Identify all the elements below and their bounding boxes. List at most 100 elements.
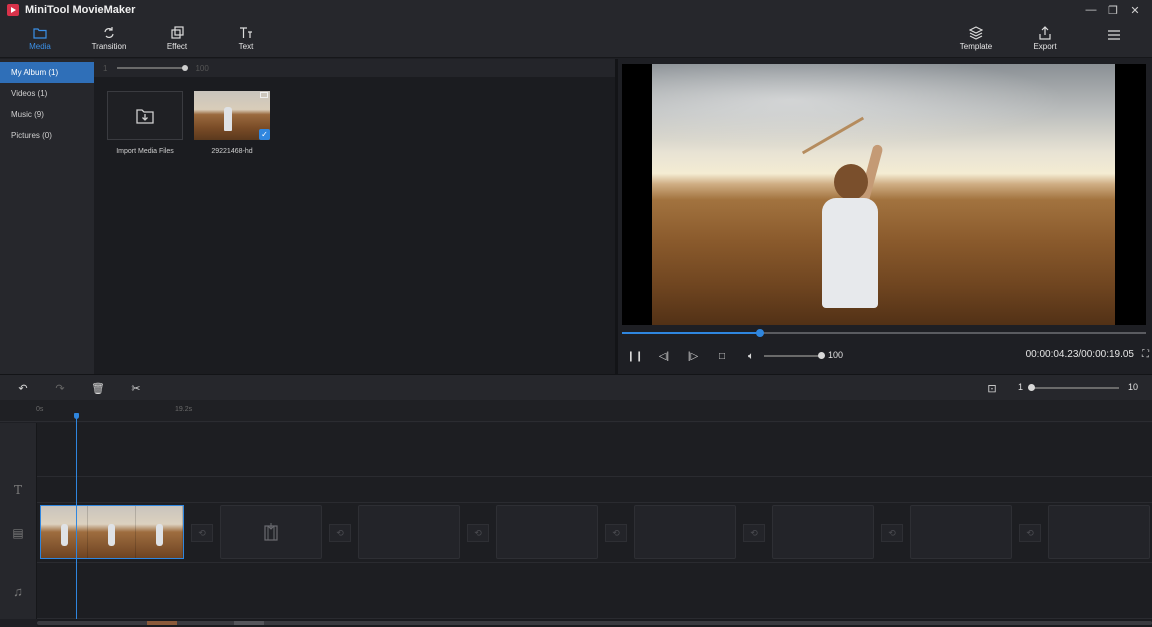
next-frame-icon[interactable]: |▷ bbox=[684, 348, 702, 364]
text-track-icon: T bbox=[0, 477, 37, 503]
close-button[interactable]: ✕ bbox=[1124, 0, 1146, 20]
split-icon[interactable]: ✂ bbox=[128, 380, 144, 396]
delete-icon[interactable]: 🗑︎ bbox=[90, 380, 106, 396]
music-lane[interactable] bbox=[37, 563, 1152, 619]
playhead[interactable] bbox=[76, 416, 77, 627]
export-button[interactable]: Export bbox=[1015, 24, 1075, 56]
tab-media[interactable]: Media bbox=[10, 24, 70, 56]
video-track-icon: ▤ bbox=[0, 503, 37, 563]
sidebar-item-pictures[interactable]: Pictures (0) bbox=[0, 125, 94, 146]
sidebar-item-my-album[interactable]: My Album (1) bbox=[0, 62, 94, 83]
timeline-zoom-max: 10 bbox=[1128, 382, 1138, 392]
timeline-ruler[interactable]: 0s 19.2s bbox=[0, 400, 1152, 422]
timeline-toolbar: ↶ ↷ 🗑︎ ✂ ⊡ 1 10 bbox=[0, 374, 1152, 400]
empty-clip-slot[interactable] bbox=[358, 505, 460, 559]
export-label: Export bbox=[1033, 42, 1056, 51]
restore-button[interactable]: ❐ bbox=[1102, 0, 1124, 20]
import-label: Import Media Files bbox=[107, 148, 183, 155]
playback-progress[interactable] bbox=[622, 332, 1146, 334]
empty-clip-slot[interactable] bbox=[1048, 505, 1150, 559]
redo-icon[interactable]: ↷ bbox=[52, 380, 68, 396]
main-toolbar: Media Transition Effect Text Template Ex… bbox=[0, 20, 1152, 58]
undo-icon[interactable]: ↶ bbox=[15, 380, 31, 396]
folder-icon bbox=[33, 24, 47, 42]
clip-thumbnail[interactable]: ✓ bbox=[194, 91, 270, 140]
title-bar: MiniTool MovieMaker — ❐ ✕ bbox=[0, 0, 1152, 20]
video-clip[interactable] bbox=[40, 505, 184, 559]
empty-clip-slot[interactable] bbox=[910, 505, 1012, 559]
video-frame bbox=[652, 64, 1115, 325]
add-clip-icon bbox=[263, 522, 279, 542]
pause-icon[interactable]: ❙❙ bbox=[626, 348, 644, 364]
template-button[interactable]: Template bbox=[946, 24, 1006, 56]
thumb-zoom-knob[interactable] bbox=[182, 65, 188, 71]
clip-type-icon bbox=[260, 92, 268, 98]
checkmark-icon[interactable]: ✓ bbox=[259, 129, 270, 140]
window-controls: — ❐ ✕ bbox=[1080, 0, 1146, 20]
ruler-mark-end: 19.2s bbox=[175, 406, 192, 413]
timeline-scrollbar[interactable] bbox=[37, 619, 1152, 627]
player-controls: ❙❙ ◁| |▷ □ 🔈︎ 100 00:00:04.23/00:00:19.0… bbox=[618, 346, 1152, 366]
thumb-zoom-max: 100 bbox=[195, 64, 208, 73]
ruler-mark-start: 0s bbox=[36, 406, 43, 413]
overlay-lane[interactable] bbox=[37, 423, 1152, 477]
timeline-zoom-slider[interactable] bbox=[1031, 387, 1119, 389]
tab-effect-label: Effect bbox=[167, 42, 187, 51]
app-logo-icon bbox=[7, 4, 19, 16]
minimize-button[interactable]: — bbox=[1080, 0, 1102, 20]
text-lane[interactable] bbox=[37, 477, 1152, 503]
transition-slot[interactable]: ⟲ bbox=[329, 524, 351, 542]
import-media-card[interactable]: Import Media Files bbox=[107, 91, 183, 155]
tab-transition[interactable]: Transition bbox=[79, 24, 139, 56]
tab-media-label: Media bbox=[29, 42, 51, 51]
transition-slot[interactable]: ⟲ bbox=[881, 524, 903, 542]
video-player[interactable] bbox=[622, 64, 1146, 325]
volume-slider[interactable] bbox=[764, 355, 820, 357]
tab-text-label: Text bbox=[239, 42, 254, 51]
music-track-icon: ♫ bbox=[0, 563, 37, 619]
transition-slot[interactable]: ⟲ bbox=[467, 524, 489, 542]
empty-clip-slot[interactable] bbox=[496, 505, 598, 559]
empty-clip-slot[interactable] bbox=[634, 505, 736, 559]
fullscreen-icon[interactable]: ⛶ bbox=[1142, 349, 1149, 360]
empty-clip-slot[interactable] bbox=[772, 505, 874, 559]
sidebar-item-music[interactable]: Music (9) bbox=[0, 104, 94, 125]
progress-fill bbox=[622, 332, 759, 334]
clip-label: 29221468-hd bbox=[194, 148, 270, 155]
media-library: 1 100 Import Media Files ✓ 29221468-hd bbox=[94, 59, 615, 374]
stop-icon[interactable]: □ bbox=[713, 348, 731, 364]
progress-knob[interactable] bbox=[756, 329, 764, 337]
timeline-zoom-knob[interactable] bbox=[1028, 384, 1035, 391]
layers-icon bbox=[969, 24, 983, 42]
import-folder-icon bbox=[135, 107, 155, 125]
transition-slot[interactable]: ⟲ bbox=[743, 524, 765, 542]
app-title: MiniTool MovieMaker bbox=[25, 4, 135, 16]
sidebar-item-videos[interactable]: Videos (1) bbox=[0, 83, 94, 104]
empty-clip-slot[interactable] bbox=[220, 505, 322, 559]
transition-icon bbox=[102, 24, 116, 42]
timeline-zoom-min: 1 bbox=[1018, 382, 1023, 392]
import-box[interactable] bbox=[107, 91, 183, 140]
transition-slot[interactable]: ⟲ bbox=[605, 524, 627, 542]
thumbnail-size-bar: 1 100 bbox=[94, 59, 615, 77]
thumb-zoom-slider[interactable] bbox=[117, 67, 185, 69]
export-icon bbox=[1038, 24, 1052, 42]
volume-icon[interactable]: 🔈︎ bbox=[742, 348, 760, 364]
hamburger-menu-icon[interactable] bbox=[1084, 28, 1144, 60]
volume-knob[interactable] bbox=[818, 352, 825, 359]
tab-effect[interactable]: Effect bbox=[147, 24, 207, 56]
volume-value: 100 bbox=[828, 350, 843, 360]
album-sidebar: My Album (1) Videos (1) Music (9) Pictur… bbox=[0, 59, 94, 374]
thumb-zoom-min: 1 bbox=[103, 64, 107, 73]
transition-slot[interactable]: ⟲ bbox=[1019, 524, 1041, 542]
text-icon bbox=[239, 24, 253, 42]
effect-icon bbox=[170, 24, 184, 42]
overlay-track-header bbox=[0, 423, 37, 477]
fit-icon[interactable]: ⊡ bbox=[984, 380, 1000, 396]
tab-transition-label: Transition bbox=[92, 42, 127, 51]
tab-text[interactable]: Text bbox=[216, 24, 276, 56]
transition-slot[interactable]: ⟲ bbox=[191, 524, 213, 542]
timecode: 00:00:04.23/00:00:19.05 bbox=[1026, 349, 1134, 360]
media-clip-card[interactable]: ✓ 29221468-hd bbox=[194, 91, 270, 155]
prev-frame-icon[interactable]: ◁| bbox=[655, 348, 673, 364]
